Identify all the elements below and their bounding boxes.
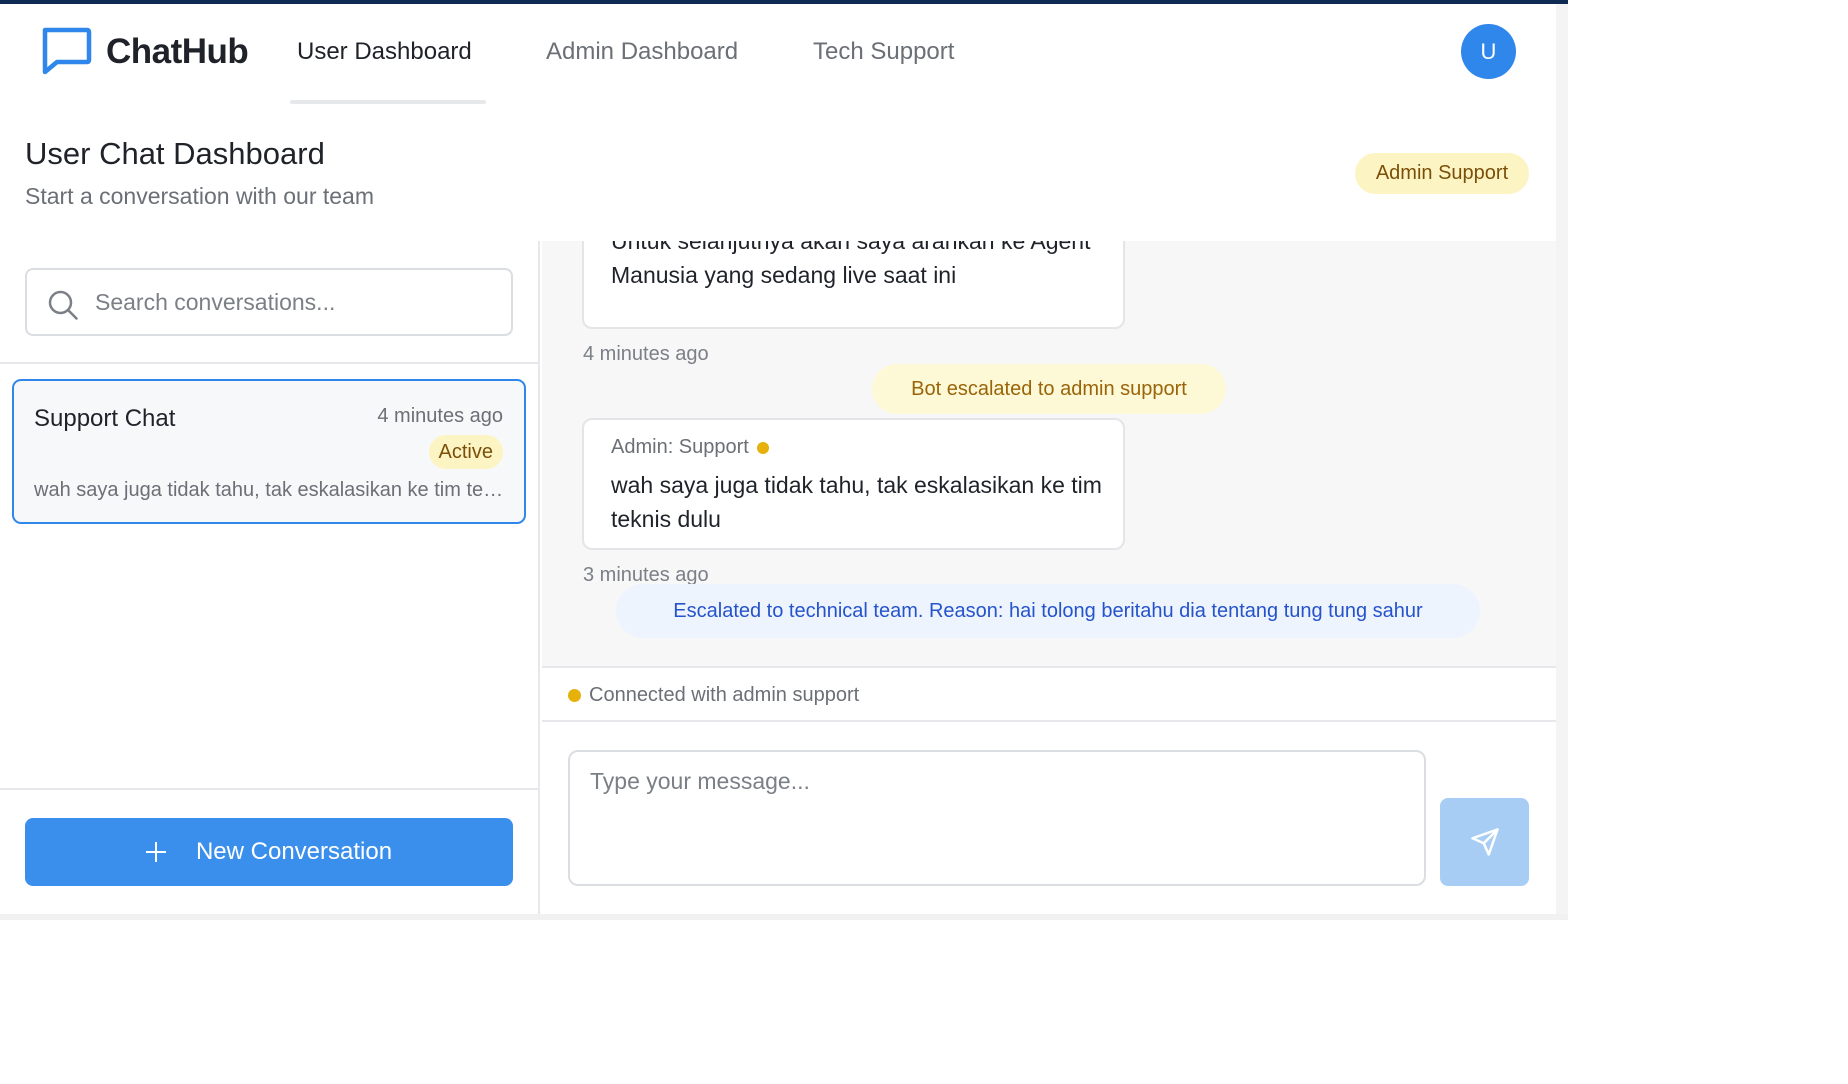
page-title: User Chat Dashboard	[25, 136, 325, 171]
send-button[interactable]	[1440, 798, 1529, 886]
window-right-edge	[1556, 4, 1568, 920]
message-bubble: Admin: Support wah saya juga tidak tahu,…	[582, 418, 1125, 550]
connection-status-dot	[568, 689, 581, 702]
plus-icon	[145, 842, 166, 862]
page-subtitle: Start a conversation with our team	[25, 183, 374, 209]
conversation-time: 4 minutes ago	[377, 405, 503, 427]
conversation-status-badge: Active	[428, 435, 503, 469]
sidebar-footer-divider	[0, 788, 538, 790]
tab-tech-support[interactable]: Tech Support	[813, 38, 954, 66]
message-input[interactable]	[568, 750, 1426, 886]
message-bubble: Untuk selanjutnya akan saya arahkan ke A…	[582, 241, 1125, 329]
active-tab-indicator	[290, 100, 486, 104]
conversation-sidebar: Support Chat 4 minutes ago Active wah sa…	[0, 241, 540, 914]
search-box[interactable]	[25, 268, 513, 336]
tab-admin-dashboard[interactable]: Admin Dashboard	[546, 38, 738, 66]
message-composer	[542, 722, 1556, 914]
conversation-item[interactable]: Support Chat 4 minutes ago Active wah sa…	[12, 379, 526, 524]
search-input[interactable]	[95, 274, 495, 330]
new-conversation-button[interactable]: New Conversation	[25, 818, 513, 886]
online-status-dot	[756, 441, 769, 454]
tab-user-dashboard[interactable]: User Dashboard	[297, 38, 472, 66]
message-author: Admin: Support	[611, 436, 769, 459]
brand-name: ChatHub	[106, 32, 249, 71]
message-timestamp: 4 minutes ago	[583, 343, 709, 365]
connection-status-text: Connected with admin support	[589, 684, 860, 706]
support-level-badge: Admin Support	[1355, 153, 1529, 194]
search-icon	[48, 290, 78, 320]
window-bottom-edge	[0, 914, 1568, 920]
message-thread[interactable]: Untuk selanjutnya akan saya arahkan ke A…	[542, 241, 1556, 666]
send-icon	[1470, 828, 1499, 856]
conversation-title: Support Chat	[34, 405, 176, 432]
message-text: wah saya juga tidak tahu, tak eskalasika…	[611, 472, 1102, 532]
sidebar-divider	[0, 362, 538, 364]
new-conversation-label: New Conversation	[195, 838, 393, 865]
system-event-tech-escalation: Escalated to technical team. Reason: hai…	[616, 584, 1480, 638]
top-navigation: ChatHub User Dashboard Admin Dashboard T…	[0, 4, 1556, 105]
message-author-name: Admin: Support	[611, 436, 749, 458]
user-avatar[interactable]: U	[1461, 24, 1516, 79]
chat-bubble-logo-icon	[42, 27, 92, 75]
connection-status-bar: Connected with admin support	[542, 666, 1556, 722]
system-event-bot-escalation: Bot escalated to admin support	[872, 364, 1226, 414]
conversation-preview: wah saya juga tidak tahu, tak eskalasika…	[34, 479, 504, 501]
message-text: Untuk selanjutnya akan saya arahkan ke A…	[611, 241, 1091, 288]
